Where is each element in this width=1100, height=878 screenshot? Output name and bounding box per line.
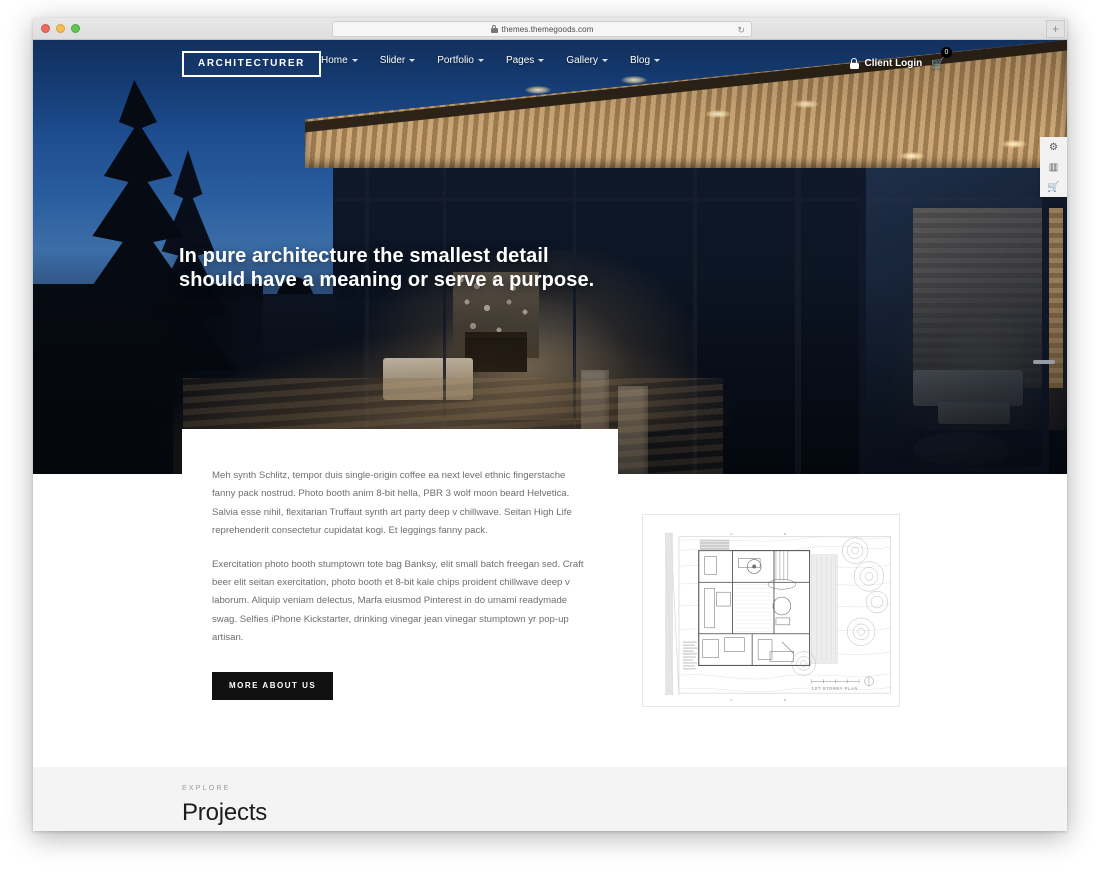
cart-button[interactable]: 🛒 0	[931, 47, 952, 72]
book-icon[interactable]: ▥	[1040, 157, 1067, 177]
svg-text:B: B	[784, 698, 786, 702]
about-paragraph-1: Meh synth Schlitz, tempor duis single-or…	[212, 470, 572, 537]
hero-section: ARCHITECTURER Home Slider Portfolio Page…	[33, 40, 1067, 474]
nav-label: Pages	[505, 55, 535, 66]
floating-side-toolbar: ⚙ ▥ 🛒	[1040, 137, 1067, 197]
nav-label: Slider	[379, 55, 406, 66]
svg-text:A: A	[730, 532, 732, 536]
cart-icon[interactable]: 🛒	[1040, 177, 1067, 197]
nav-item-slider[interactable]: Slider	[380, 55, 416, 66]
about-section: Meh synth Schlitz, tempor duis single-or…	[33, 429, 1067, 767]
about-text-panel: Meh synth Schlitz, tempor duis single-or…	[182, 429, 618, 700]
about-paragraph-2: Exercitation photo booth stumptown tote …	[212, 558, 584, 644]
ssl-lock-icon	[490, 25, 498, 33]
chevron-down-icon	[409, 59, 416, 62]
nav-item-gallery[interactable]: Gallery	[566, 55, 608, 66]
main-navigation: Home Slider Portfolio Pages Gallery Blog	[321, 55, 661, 66]
hero-headline: In pure architecture the smallest detail…	[179, 245, 595, 291]
svg-text:B: B	[784, 532, 786, 536]
url-text: themes.themegoods.com	[501, 24, 594, 34]
browser-window: themes.themegoods.com ↻ + ARCHITECTURER …	[33, 18, 1067, 831]
cart-count-badge: 0	[941, 47, 952, 58]
nav-label: Gallery	[566, 55, 598, 66]
new-tab-button[interactable]: +	[1046, 20, 1065, 38]
page-viewport: ARCHITECTURER Home Slider Portfolio Page…	[33, 40, 1067, 831]
projects-eyebrow: EXPLORE	[182, 785, 231, 792]
projects-title: Projects	[182, 799, 268, 826]
site-header: ARCHITECTURER Home Slider Portfolio Page…	[33, 40, 1067, 86]
client-login-link[interactable]: Client Login	[865, 58, 923, 69]
nav-label: Portfolio	[437, 55, 474, 66]
nav-label: Blog	[630, 55, 651, 66]
chevron-down-icon	[654, 59, 661, 62]
floor-plan-image: A B A B 1ST STOREY PLAN	[642, 514, 900, 707]
reload-icon[interactable]: ↻	[737, 25, 745, 35]
cart-icon: 🛒	[931, 58, 945, 70]
more-about-us-button[interactable]: MORE ABOUT US	[212, 671, 334, 700]
floor-plan-drawing: A B A B 1ST STOREY PLAN	[643, 515, 899, 706]
lock-icon	[849, 57, 859, 69]
nav-item-home[interactable]: Home	[321, 55, 358, 66]
nav-item-blog[interactable]: Blog	[630, 55, 661, 66]
chevron-down-icon	[602, 59, 608, 62]
svg-text:A: A	[730, 698, 732, 702]
header-utilities: Client Login 🛒 0	[849, 47, 952, 72]
site-logo[interactable]: ARCHITECTURER	[182, 51, 321, 77]
chevron-down-icon	[477, 59, 484, 62]
projects-section: EXPLORE Projects	[33, 767, 1067, 831]
close-window-button[interactable]	[41, 24, 50, 33]
browser-titlebar: themes.themegoods.com ↻ +	[33, 18, 1067, 40]
gear-icon[interactable]: ⚙	[1040, 137, 1067, 157]
minimize-window-button[interactable]	[56, 24, 65, 33]
address-bar[interactable]: themes.themegoods.com ↻	[332, 21, 752, 37]
chevron-down-icon	[351, 59, 358, 62]
nav-item-portfolio[interactable]: Portfolio	[437, 55, 484, 66]
nav-label: Home	[321, 55, 348, 66]
nav-item-pages[interactable]: Pages	[505, 55, 545, 66]
window-controls	[41, 24, 80, 33]
chevron-down-icon	[538, 59, 545, 62]
floor-plan-caption: 1ST STOREY PLAN	[812, 686, 858, 691]
maximize-window-button[interactable]	[71, 24, 80, 33]
